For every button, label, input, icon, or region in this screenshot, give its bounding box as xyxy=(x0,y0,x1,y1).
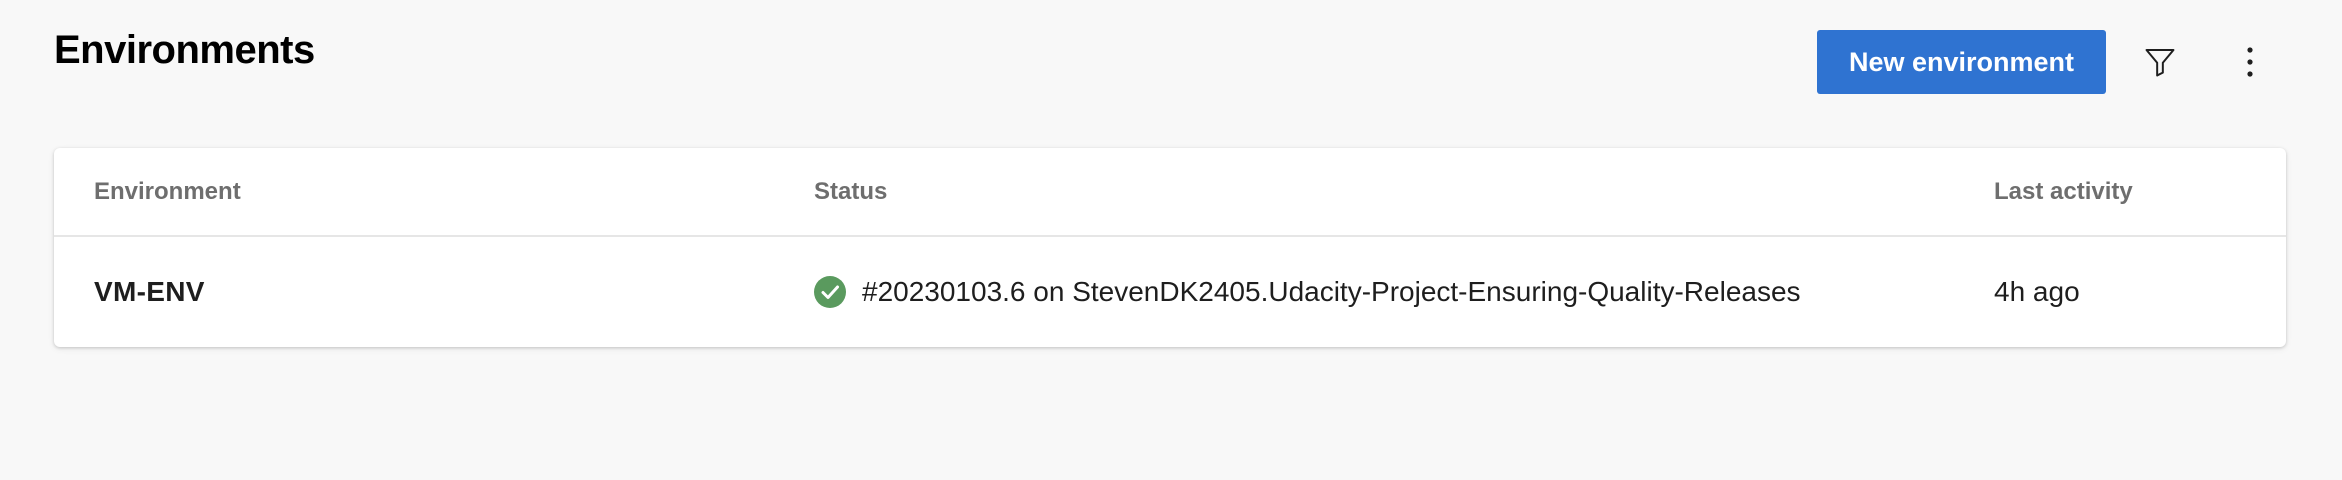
status-text[interactable]: #20230103.6 on StevenDK2405.Udacity-Proj… xyxy=(862,276,1801,308)
status-cell[interactable]: #20230103.6 on StevenDK2405.Udacity-Proj… xyxy=(814,237,1801,347)
table-row[interactable]: VM-ENV #20230103.6 on StevenDK2405.Udaci… xyxy=(54,237,2286,347)
more-options-button[interactable] xyxy=(2222,34,2278,90)
table-header: Environment Status Last activity xyxy=(54,148,2286,237)
filter-icon xyxy=(2145,48,2175,77)
more-options-icon xyxy=(2247,47,2253,77)
page-title: Environments xyxy=(54,28,315,72)
environment-name[interactable]: VM-ENV xyxy=(94,237,205,347)
column-header-last-activity[interactable]: Last activity xyxy=(1994,148,2133,235)
last-activity: 4h ago xyxy=(1994,276,2080,307)
filter-button[interactable] xyxy=(2132,34,2188,90)
environments-table: Environment Status Last activity VM-ENV … xyxy=(54,148,2286,347)
toolbar: New environment xyxy=(1817,30,2278,94)
column-header-environment[interactable]: Environment xyxy=(94,148,241,235)
column-header-status[interactable]: Status xyxy=(814,148,887,235)
success-check-icon xyxy=(814,276,846,308)
new-environment-button[interactable]: New environment xyxy=(1817,30,2106,94)
